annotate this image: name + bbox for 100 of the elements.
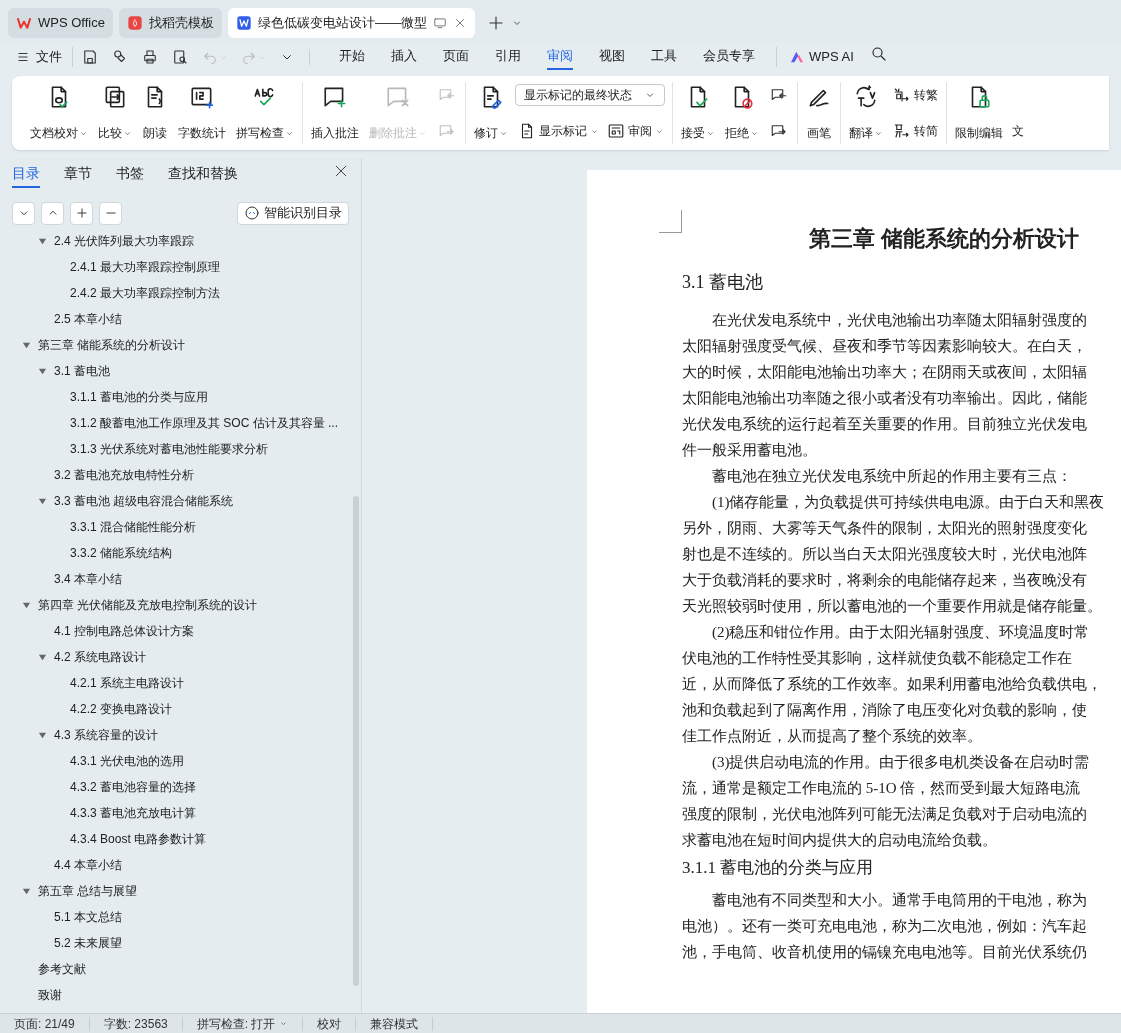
body-text-line: 另外，阴雨、大雾等天气条件的限制，太阳光的照射强度变化 [682,519,1087,538]
toc-entry[interactable]: 4.2.1 系统主电路设计 [70,674,185,692]
toc-entry[interactable]: 2.4 光伏阵列最大功率跟踪 [54,232,194,250]
save-button[interactable] [81,48,99,66]
body-text-line: 电池）。还有一类可充电电池，称为二次电池，例如：汽车起 [682,917,1087,936]
sidebar-tab[interactable]: 章节 [64,160,92,188]
toc-entry[interactable]: 3.4 本章小结 [54,570,122,588]
sidebar-tab[interactable]: 书签 [116,160,144,188]
status-item[interactable]: 页面: 21/49 [0,1016,90,1031]
expanded-arrow-icon[interactable] [38,366,47,376]
body-text-line: 件一般采用蓄电池。 [682,441,817,460]
remove-level-button[interactable] [99,201,122,225]
document-tab[interactable]: 绿色低碳变电站设计——微型 [227,8,475,38]
toc-entry[interactable]: 参考文献 [38,960,86,978]
smart-icon [244,205,260,221]
expanded-arrow-icon[interactable] [22,340,31,350]
toc-entry[interactable]: 3.1.3 光伏系统对蓄电池性能要求分析 [70,440,269,458]
sidebar-tab[interactable]: 查找和替换 [168,160,238,188]
add-level-button[interactable] [70,201,93,225]
margin-mark [659,210,682,233]
ai-button[interactable]: WPS AI [776,47,854,67]
ribbon-button[interactable]: 显示标记 [515,118,602,144]
ribbon-button[interactable]: 画笔 [801,82,837,144]
toc-entry[interactable]: 4.3.2 蓄电池容量的选择 [70,778,197,796]
ribbon-button[interactable]: 朗读 [137,82,173,144]
toc-entry[interactable]: 2.4.2 最大功率跟踪控制方法 [70,284,221,302]
toc-entry[interactable]: 4.3.4 Boost 电路参数计算 [70,830,207,848]
expanded-arrow-icon[interactable] [38,730,47,740]
document-icon [235,15,252,31]
toc-entry[interactable]: 4.1 控制电路总体设计方案 [54,622,194,640]
toc-entry[interactable]: 致谢 [38,986,62,1004]
body-text-line: 强度的限制，光伏电池阵列可能无法满足负载对于启动电流的 [682,805,1087,824]
toc-entry[interactable]: 第三章 储能系统的分析设计 [38,336,186,354]
search-icon [869,44,888,63]
menu-tab[interactable]: 视图 [599,44,625,70]
ribbon-button[interactable]: 插入批注 [306,82,364,144]
toc-entry[interactable]: 3.3 蓄电池 超级电容混合储能系统 [54,492,234,510]
ribbon-button[interactable]: 比较 [93,82,137,144]
status-item[interactable]: 拼写检查: 打开 [182,1016,304,1031]
chapter-title: 第三章 储能系统的分析设计 [808,225,1080,253]
ribbon-button[interactable]: 转繁 [890,82,941,108]
ribbon-button[interactable]: 拼写检查 [231,82,299,144]
toc-entry[interactable]: 4.4 本章小结 [54,856,122,874]
file-menu[interactable]: 文件 [16,47,73,67]
menu-tab[interactable]: 审阅 [547,44,573,70]
ribbon-button[interactable]: 接受 [676,82,720,144]
document-tab[interactable]: WPS Office [8,8,113,38]
toc-entry[interactable]: 第五章 总结与展望 [38,882,138,900]
expanded-arrow-icon[interactable] [38,652,47,662]
toc-entry[interactable]: 4.3.1 光伏电池的选用 [70,752,185,770]
toc-entry[interactable]: 2.5 本章小结 [54,310,122,328]
scrollbar-thumb[interactable] [353,496,359,986]
body-text-line: (1)储存能量，为负载提供可持续供电电源。由于白天和黑夜 [712,493,1105,512]
plus-icon [74,206,89,220]
status-item[interactable]: 兼容模式 [356,1016,434,1031]
menu-tab[interactable]: 插入 [391,44,417,70]
display-mode-dropdown[interactable]: 显示标记的最终状态 [515,84,665,106]
ribbon-button[interactable]: 文档校对 [25,82,93,144]
expanded-arrow-icon[interactable] [38,496,47,506]
expanded-arrow-icon[interactable] [22,600,31,610]
print-preview-button[interactable] [171,48,189,66]
expanded-arrow-icon[interactable] [22,886,31,896]
ribbon-button[interactable]: 转简 [890,118,941,144]
toc-entry[interactable]: 3.2 蓄电池充放电特性分析 [54,466,194,484]
toc-entry[interactable]: 3.3.1 混合储能性能分析 [70,518,197,536]
toc-entry[interactable]: 4.3 系统容量的设计 [54,726,158,744]
menu-tab[interactable]: 页面 [443,44,469,70]
toc-entry[interactable]: 4.2.2 变换电路设计 [70,700,173,718]
sidebar-tab[interactable]: 目录 [12,160,40,188]
body-text-line: (2)稳压和钳位作用。由于太阳光辐射强度、环境温度时常 [712,623,1090,642]
smart-toc-button[interactable]: 智能识别目录 [237,201,349,225]
toc-entry[interactable]: 3.1.1 蓄电池的分类与应用 [70,388,209,406]
printer-button[interactable] [141,48,159,66]
menu-tab[interactable]: 引用 [495,44,521,70]
expanded-arrow-icon[interactable] [38,236,47,246]
review-pane-icon [607,122,625,140]
status-item[interactable]: 校对 [303,1016,357,1031]
toc-entry[interactable]: 5.1 本文总结 [54,908,122,926]
body-text-line: 天光照较弱时使用，所以蓄电池的一个重要作用就是储存能量。 [682,597,1102,616]
document-tab[interactable]: 找稻壳模板 [118,8,222,38]
menu-tab[interactable]: 开始 [339,44,365,70]
ribbon-button[interactable]: 审阅 [604,118,667,144]
toc-entry[interactable]: 3.1 蓄电池 [54,362,110,380]
body-text-line: 池，手电筒、收音机使用的镉镍充电电池等。目前光伏系统仍 [682,943,1087,962]
toc-entry[interactable]: 3.3.2 储能系统结构 [70,544,173,562]
menu-tab[interactable]: 会员专享 [703,44,755,70]
ribbon-button[interactable]: 限制编辑 [950,82,1008,144]
menu-tab[interactable]: 工具 [651,44,677,70]
toc-entry[interactable]: 5.2 未来展望 [54,934,122,952]
toc-entry[interactable]: 2.4.1 最大功率跟踪控制原理 [70,258,221,276]
toc-entry[interactable]: 4.3.3 蓄电池充放电计算 [70,804,197,822]
toc-entry[interactable]: 3.1.2 酸蓄电池工作原理及其 SOC 估计及其容量 ... [70,414,339,432]
ribbon-button[interactable]: 翻译 [844,82,888,144]
status-item[interactable]: 字数: 23563 [89,1016,183,1031]
ribbon-button[interactable]: 拒绝 [720,82,764,144]
ribbon-button[interactable]: 修订 [469,82,513,144]
ribbon-button[interactable]: 字数统计 [173,82,231,144]
toc-entry[interactable]: 4.2 系统电路设计 [54,648,146,666]
body-text-line: 佳工作点附近，从而提高了整个系统的效率。 [682,727,982,746]
toc-entry[interactable]: 第四章 光伏储能及充放电控制系统的设计 [38,596,258,614]
